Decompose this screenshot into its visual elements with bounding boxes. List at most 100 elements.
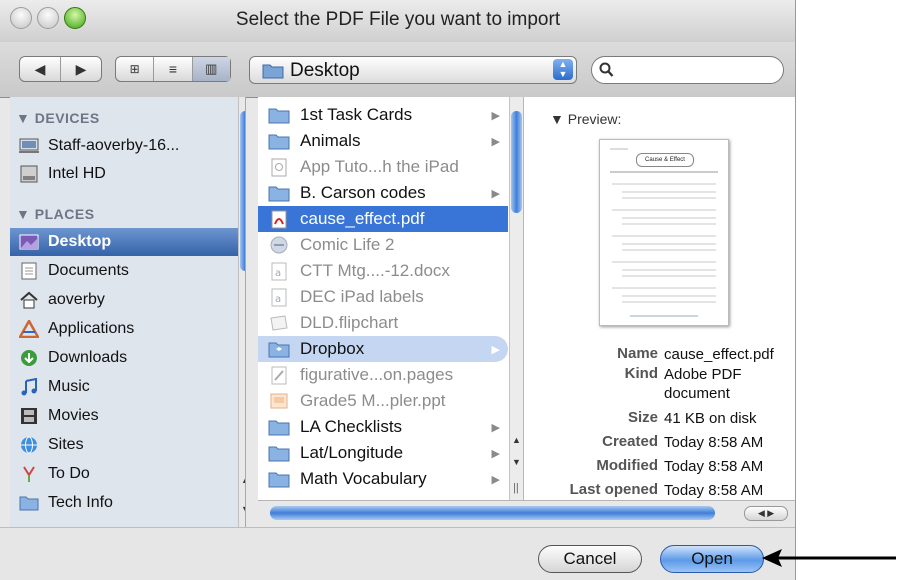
meta-key: Created	[602, 433, 658, 450]
icon-view-button[interactable]: ⊞	[116, 57, 155, 81]
meta-value: cause_effect.pdf	[664, 346, 774, 363]
preview-pane: ▼ Preview: Cause & Effect Name cause_eff…	[524, 97, 795, 500]
folder-icon	[268, 417, 290, 437]
sites-icon	[18, 435, 40, 455]
document-icon	[268, 157, 290, 177]
view-mode-control: ⊞ ≡ ▥	[115, 56, 231, 82]
list-view-button[interactable]: ≡	[154, 57, 193, 81]
column-view-icon: ▥	[205, 61, 218, 76]
meta-key: Modified	[596, 457, 658, 474]
file-item-animals[interactable]: Animals ▶	[258, 128, 508, 154]
scroll-up-arrow-icon[interactable]: ▲	[241, 475, 245, 485]
sidebar-item-intel-hd[interactable]: Intel HD	[10, 160, 238, 188]
file-label: CTT Mtg....-12.docx	[300, 261, 450, 280]
sidebar-item-label: Intel HD	[48, 165, 106, 182]
horizontal-scroll-arrows[interactable]: ◀ ▶	[744, 506, 788, 521]
sidebar-scrollbar[interactable]: ▲ ▼	[238, 97, 245, 527]
downloads-icon	[18, 348, 40, 368]
forward-button[interactable]: ▶	[61, 57, 101, 81]
sidebar-item-aoverby[interactable]: aoverby	[10, 286, 238, 314]
home-icon	[18, 290, 40, 310]
file-item-lat-longitude[interactable]: Lat/Longitude ▶	[258, 440, 508, 466]
file-item-cause-effect-pdf[interactable]: cause_effect.pdf	[258, 206, 508, 232]
preview-header: ▼ Preview:	[550, 111, 622, 127]
scroll-down-arrow-icon[interactable]: ▼	[241, 504, 245, 514]
sidebar-item-sites[interactable]: Sites	[10, 431, 238, 459]
scroll-right-arrow-icon[interactable]: ▶	[767, 508, 774, 518]
file-label: 1st Task Cards	[300, 105, 413, 124]
file-item-app-tutorial: App Tuto...h the iPad	[258, 154, 508, 180]
sidebar-item-music[interactable]: Music	[10, 373, 238, 401]
pdf-icon	[268, 209, 290, 229]
sidebar-item-label: Tech Info	[48, 494, 113, 511]
hard-drive-icon	[18, 164, 40, 184]
file-column-scroll-thumb[interactable]	[511, 111, 522, 213]
file-item-dec-ipad-labels: a DEC iPad labels	[258, 284, 508, 310]
sidebar-item-label: Documents	[48, 262, 129, 279]
file-item-la-checklists[interactable]: LA Checklists ▶	[258, 414, 508, 440]
sidebar-item-label: Desktop	[48, 233, 112, 250]
location-popup[interactable]: Desktop ▲ ▼	[249, 56, 577, 84]
sidebar-item-label: Downloads	[48, 349, 128, 366]
scroll-left-arrow-icon[interactable]: ◀	[758, 508, 765, 518]
open-file-dialog: Select the PDF File you want to import ◀…	[0, 0, 796, 580]
file-item-math-vocabulary[interactable]: Math Vocabulary ▶	[258, 466, 508, 492]
folder-icon	[268, 105, 290, 125]
dialog-button-bar: Cancel Open	[0, 527, 795, 580]
file-item-dld-flipchart: DLD.flipchart	[258, 310, 508, 336]
file-label: Math Vocabulary	[300, 469, 427, 488]
folder-icon	[18, 493, 40, 513]
file-column: 1st Task Cards ▶ Animals ▶ App Tuto...h …	[258, 97, 524, 500]
open-button[interactable]: Open	[660, 545, 764, 573]
file-label: B. Carson codes	[300, 183, 426, 202]
file-item-dropbox[interactable]: Dropbox ▶	[258, 336, 508, 362]
disclosure-arrow-icon: ▶	[491, 421, 500, 434]
meta-value: Adobe PDF document	[664, 366, 742, 402]
cancel-button[interactable]: Cancel	[538, 545, 642, 573]
location-label: Desktop	[290, 60, 360, 81]
sidebar-item-movies[interactable]: Movies	[10, 402, 238, 430]
scroll-down-arrow-icon[interactable]: ▼	[512, 457, 521, 467]
horizontal-scrollbar[interactable]: ◀ ▶	[258, 500, 795, 528]
column-view-button[interactable]: ▥	[192, 57, 230, 81]
horizontal-scroll-thumb[interactable]	[270, 506, 715, 520]
svg-text:a: a	[275, 268, 281, 279]
disclosure-arrow-icon: ▶	[491, 135, 500, 148]
desktop-icon	[18, 232, 40, 252]
dropbox-folder-icon	[268, 339, 290, 359]
back-arrow-icon: ◀	[34, 60, 46, 77]
movies-icon	[18, 406, 40, 426]
search-field[interactable]	[591, 56, 784, 84]
file-item-1st-task-cards[interactable]: 1st Task Cards ▶	[258, 102, 508, 128]
sidebar-item-applications[interactable]: Applications	[10, 315, 238, 343]
folder-icon	[268, 469, 290, 489]
places-header: ▼ PLACES	[16, 206, 95, 222]
file-label: Animals	[300, 131, 361, 150]
search-icon	[599, 62, 614, 77]
file-label: DEC iPad labels	[300, 287, 424, 306]
sidebar-item-label: Staff-aoverby-16...	[48, 137, 180, 154]
meta-value: 41 KB on disk	[664, 410, 757, 427]
folder-icon	[268, 131, 290, 151]
sidebar-item-label: Applications	[48, 320, 135, 337]
sidebar-item-tech-info[interactable]: Tech Info	[10, 489, 238, 517]
back-button[interactable]: ◀	[20, 57, 61, 81]
sidebar-item-computer[interactable]: Staff-aoverby-16...	[10, 132, 238, 160]
back-forward-control: ◀ ▶	[19, 56, 102, 82]
popup-arrows-icon: ▲ ▼	[553, 59, 573, 80]
scroll-up-arrow-icon[interactable]: ▲	[512, 435, 521, 445]
file-label: App Tuto...h the iPad	[300, 157, 459, 176]
search-input[interactable]	[618, 60, 772, 80]
sidebar-item-downloads[interactable]: Downloads	[10, 344, 238, 372]
sidebar-item-desktop[interactable]: Desktop	[10, 228, 238, 256]
disclosure-arrow-icon: ▶	[491, 187, 500, 200]
folder-icon	[268, 443, 290, 463]
sidebar-scroll-thumb[interactable]	[240, 111, 245, 271]
sidebar-item-to-do[interactable]: To Do	[10, 460, 238, 488]
file-item-b-carson-codes[interactable]: B. Carson codes ▶	[258, 180, 508, 206]
icon-view-icon: ⊞	[129, 62, 140, 76]
meta-value: Today 8:58 AM	[664, 482, 764, 499]
column-resize-handle[interactable]: ||	[513, 482, 519, 494]
file-column-scrollbar[interactable]: ▲ ▼ ||	[509, 97, 523, 500]
sidebar-item-documents[interactable]: Documents	[10, 257, 238, 285]
